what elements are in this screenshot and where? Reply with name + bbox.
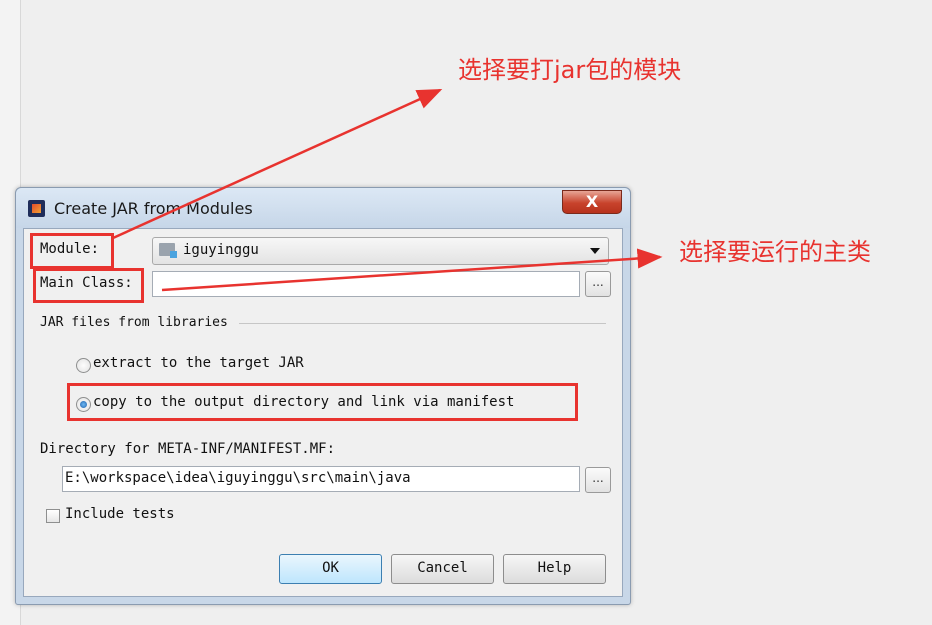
intellij-app-icon <box>28 200 45 217</box>
main-class-browse-button[interactable]: ... <box>585 271 611 297</box>
help-button[interactable]: Help <box>503 554 606 584</box>
module-dropdown[interactable]: iguyinggu <box>152 237 609 265</box>
extract-radio[interactable] <box>76 358 91 373</box>
jar-files-section-title: JAR files from libraries <box>40 315 228 330</box>
dialog-title: Create JAR from Modules <box>54 199 253 218</box>
chevron-down-icon <box>590 248 600 254</box>
manifest-dir-input[interactable]: E:\workspace\idea\iguyinggu\src\main\jav… <box>62 466 580 492</box>
ok-button[interactable]: OK <box>279 554 382 584</box>
include-tests-checkbox[interactable] <box>46 509 60 523</box>
section-divider <box>239 323 606 324</box>
manifest-dir-label: Directory for META-INF/MANIFEST.MF: <box>40 441 336 457</box>
copy-option-highlight-box <box>67 383 578 421</box>
module-selected-value: iguyinggu <box>183 242 259 258</box>
annotation-select-module: 选择要打jar包的模块 <box>458 56 682 84</box>
include-tests-label[interactable]: Include tests <box>65 506 175 522</box>
main-class-highlight-box <box>33 268 144 303</box>
close-button[interactable]: X <box>562 190 622 214</box>
module-folder-icon <box>159 243 177 258</box>
module-highlight-box <box>30 233 114 269</box>
annotation-select-main-class: 选择要运行的主类 <box>679 238 871 266</box>
extract-option-label[interactable]: extract to the target JAR <box>93 355 304 371</box>
dialog-titlebar[interactable]: Create JAR from Modules X <box>16 188 630 228</box>
main-class-input[interactable] <box>152 271 580 297</box>
manifest-dir-browse-button[interactable]: ... <box>585 467 611 493</box>
cancel-button[interactable]: Cancel <box>391 554 494 584</box>
manifest-dir-value: E:\workspace\idea\iguyinggu\src\main\jav… <box>65 470 411 486</box>
